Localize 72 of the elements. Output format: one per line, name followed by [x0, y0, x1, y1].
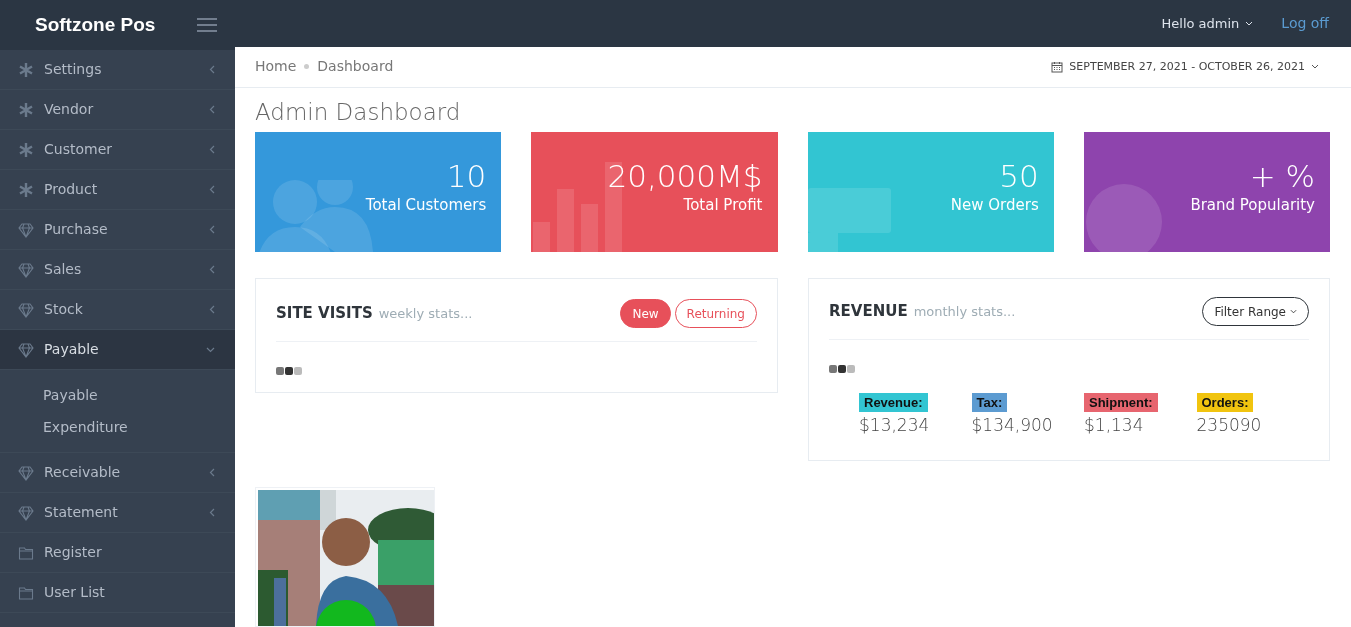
date-range-picker[interactable]: SEPTEMBER 27, 2021 - OCTOBER 26, 2021 — [1051, 58, 1319, 76]
loading-icon — [829, 365, 856, 373]
chevron-left-icon — [209, 185, 215, 194]
chevron-left-icon — [209, 105, 215, 114]
sidebar-item[interactable]: Purchase — [0, 210, 235, 250]
diamond-icon — [18, 301, 34, 318]
submenu-item[interactable]: Expenditure — [0, 411, 235, 443]
submenu-item[interactable]: Payable — [0, 379, 235, 411]
metric-label: Shipment: — [1084, 393, 1158, 412]
breadcrumb-link[interactable]: Dashboard — [317, 56, 394, 78]
caret-icon — [1290, 309, 1297, 314]
toggle-button[interactable]: Returning — [674, 299, 757, 328]
sidebar-item[interactable]: Payable — [0, 330, 235, 370]
sidebar-item[interactable]: Product — [0, 170, 235, 210]
stat-value: 50 — [999, 157, 1039, 195]
diamond-icon — [18, 504, 34, 521]
metric-value: 235090 — [1196, 414, 1262, 437]
chevron-left-icon — [209, 265, 215, 274]
loading-icon — [276, 367, 303, 375]
sidebar-item[interactable]: Vendor — [0, 90, 235, 130]
user-menu[interactable]: Hello admin — [1161, 13, 1254, 34]
page-title: Admin Dashboard — [255, 98, 462, 127]
sidebar-item[interactable]: Register — [0, 533, 235, 573]
chevron-left-icon — [209, 225, 215, 234]
diamond-icon — [18, 221, 34, 238]
metric-label: Orders: — [1196, 393, 1254, 412]
metric-value: $134,900 — [971, 414, 1053, 437]
stat-label: New Orders — [950, 195, 1039, 215]
sidebar-item[interactable]: User List — [0, 573, 235, 613]
diamond-icon — [18, 464, 34, 481]
sidebar-item[interactable]: Customer — [0, 130, 235, 170]
metric-value: $13,234 — [859, 414, 930, 437]
asterisk-icon — [18, 61, 34, 78]
asterisk-icon — [18, 141, 34, 158]
logout-link[interactable]: Log off — [1281, 12, 1329, 34]
caret-icon — [1245, 20, 1254, 26]
chevron-left-icon — [209, 305, 215, 314]
diamond-icon — [18, 261, 34, 278]
chevron-left-icon — [209, 145, 215, 154]
calendar-icon — [1051, 60, 1064, 73]
toggle-button[interactable]: New — [620, 299, 671, 328]
sidebar-item[interactable]: Receivable — [0, 453, 235, 493]
stat-value: 20,000M$ — [607, 157, 763, 195]
globe-icon — [1085, 184, 1162, 252]
sidebar-item[interactable]: Settings — [0, 50, 235, 90]
stat-label: Brand Popularity — [1190, 195, 1315, 215]
folder-icon — [18, 584, 34, 601]
diamond-icon — [18, 341, 34, 358]
panel-subtitle: weekly stats... — [378, 305, 473, 324]
metric-label: Revenue: — [859, 393, 928, 412]
panel-subtitle: monthly stats... — [913, 303, 1016, 322]
metric-value: $1,134 — [1084, 414, 1144, 437]
asterisk-icon — [18, 181, 34, 198]
sidebar-item[interactable]: Sales — [0, 250, 235, 290]
metric-label: Tax: — [971, 393, 1008, 412]
asterisk-icon — [18, 101, 34, 118]
stat-label: Total Profit — [683, 195, 763, 215]
stat-label: Total Customers — [365, 195, 487, 215]
sidebar-item[interactable]: Statement — [0, 493, 235, 533]
chevron-left-icon — [209, 468, 215, 477]
stat-value: + % — [1249, 157, 1315, 195]
menu-icon[interactable] — [197, 18, 217, 32]
chevron-down-icon — [206, 346, 215, 353]
stat-value: 10 — [446, 157, 487, 195]
breadcrumb-link[interactable]: Home — [255, 56, 297, 78]
panel-title: REVENUE — [829, 301, 908, 323]
monitor-icon — [807, 188, 891, 252]
folder-icon — [18, 544, 34, 561]
chevron-left-icon — [209, 508, 215, 517]
chevron-left-icon — [209, 65, 215, 74]
caret-icon — [1311, 64, 1319, 70]
panel-title: SITE VISITS — [276, 303, 373, 325]
